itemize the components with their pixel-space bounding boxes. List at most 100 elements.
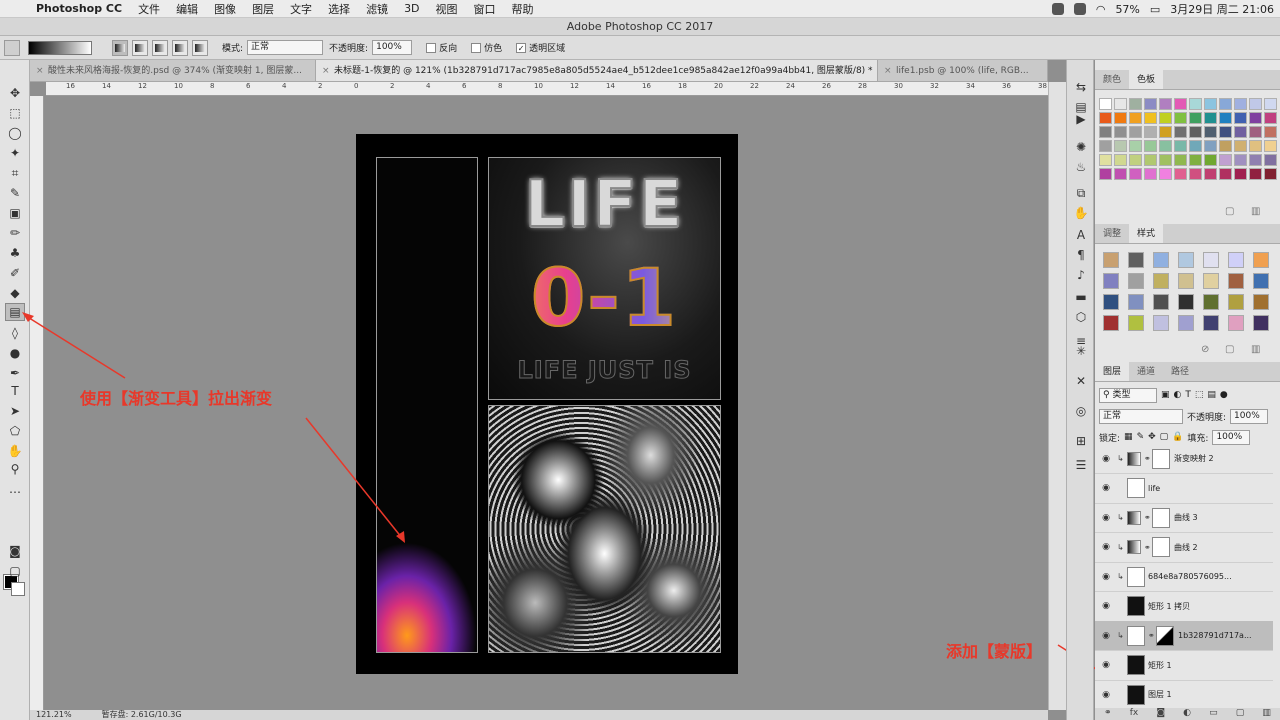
visibility-eye-icon[interactable]: ◉ [1095, 631, 1117, 641]
poster-texture-panel[interactable] [488, 405, 721, 653]
battery-percent[interactable]: 57% [1115, 3, 1139, 16]
color-swatch[interactable] [1219, 126, 1232, 138]
style-preset[interactable] [1203, 273, 1219, 289]
navigator-panel-icon[interactable]: ⊞ [1071, 432, 1091, 450]
color-swatch[interactable] [1144, 112, 1157, 124]
menu-image[interactable]: 图像 [206, 1, 244, 17]
menu-layer[interactable]: 图层 [244, 1, 282, 17]
color-swatch[interactable] [1219, 98, 1232, 110]
style-preset[interactable] [1203, 315, 1219, 331]
color-swatch[interactable] [1159, 126, 1172, 138]
color-swatch[interactable] [1249, 98, 1262, 110]
color-swatch[interactable] [1234, 126, 1247, 138]
info-panel-icon[interactable]: ◎ [1071, 402, 1091, 420]
style-preset[interactable] [1153, 315, 1169, 331]
color-swatch[interactable] [1099, 98, 1112, 110]
fx-icon[interactable]: fx [1130, 708, 1139, 720]
tab-document-1[interactable]: × 酸性未来风格海报-恢复的.psd @ 374% (渐变映射 1, 图层蒙... [30, 60, 316, 81]
color-swatch[interactable] [1249, 126, 1262, 138]
style-preset[interactable] [1203, 294, 1219, 310]
background-color[interactable] [11, 582, 25, 596]
visibility-eye-icon[interactable]: ◉ [1095, 513, 1117, 523]
tool-preset-picker[interactable] [4, 39, 20, 56]
style-preset[interactable] [1153, 273, 1169, 289]
actions-panel-icon[interactable]: ▶ [1071, 110, 1091, 128]
style-preset[interactable] [1253, 294, 1269, 310]
layer-row[interactable]: ◉ 图层 1 [1095, 680, 1273, 708]
poster-top-panel[interactable]: LIFE 0-1 LIFE JUST IS [488, 157, 721, 400]
color-swatch[interactable] [1174, 140, 1187, 152]
new-group-icon[interactable]: ▭ [1209, 708, 1218, 720]
layer-thumbnail[interactable] [1127, 655, 1145, 675]
style-preset[interactable] [1178, 273, 1194, 289]
visibility-eye-icon[interactable]: ◉ [1095, 542, 1117, 552]
color-swatch[interactable] [1129, 98, 1142, 110]
layer-opacity-input[interactable]: 100% [1230, 408, 1269, 424]
color-swatch[interactable] [1249, 154, 1262, 166]
tab-swatches[interactable]: 色板 [1129, 70, 1164, 89]
clock[interactable]: 3月29日 周二 21:06 [1170, 1, 1274, 17]
blur-tool-icon[interactable]: ◊ [5, 324, 25, 342]
color-swatch[interactable] [1189, 168, 1202, 180]
screen-mode-icon[interactable]: ▢ [5, 562, 25, 580]
layer-mask-thumbnail[interactable] [1152, 507, 1170, 528]
layer-row[interactable]: ◉ 矩形 1 拷贝 [1095, 592, 1273, 622]
layer-thumbnail[interactable] [1127, 684, 1145, 705]
menu-app[interactable]: Photoshop CC [28, 2, 130, 15]
layer-row[interactable]: ◉ life [1095, 474, 1273, 504]
menu-type[interactable]: 文字 [282, 1, 320, 17]
style-preset[interactable] [1228, 252, 1244, 268]
style-preset[interactable] [1228, 273, 1244, 289]
layer-name[interactable]: 图层 1 [1148, 689, 1172, 700]
visibility-eye-icon[interactable]: ◉ [1095, 601, 1117, 611]
delete-layer-icon[interactable]: ▥ [1262, 708, 1271, 720]
move-tool-icon[interactable]: ✥ [5, 84, 25, 102]
style-preset[interactable] [1228, 315, 1244, 331]
style-preset[interactable] [1103, 252, 1119, 268]
adjustments-panel-icon[interactable]: ☰ [1071, 456, 1091, 474]
color-panel-icon[interactable]: ✕ [1071, 372, 1091, 390]
color-swatch[interactable] [1234, 140, 1247, 152]
mask-link-icon[interactable]: ⚭ [1148, 631, 1156, 640]
fill-input[interactable]: 100% [1212, 429, 1251, 445]
clear-style-icon[interactable]: ⊘ [1201, 344, 1209, 355]
type-tool-icon[interactable]: T [5, 382, 25, 400]
tab-styles[interactable]: 样式 [1129, 224, 1164, 243]
tab-document-2[interactable]: × 未标题-1-恢复的 @ 121% (1b328791d717ac7985e8a… [316, 60, 878, 81]
color-swatch[interactable] [1189, 154, 1202, 166]
brush-presets-icon[interactable]: ♨ [1071, 158, 1091, 176]
layer-kind-filter[interactable]: ⚲ 类型 [1099, 387, 1157, 403]
diamond-gradient-button[interactable] [192, 39, 208, 56]
mask-link-icon[interactable]: ⚭ [1144, 513, 1152, 522]
style-preset[interactable] [1178, 252, 1194, 268]
layer-thumbnail[interactable] [1127, 540, 1141, 554]
tab-paths[interactable]: 路径 [1163, 362, 1197, 381]
document-canvas[interactable]: ✛ LIFE 0-1 LIFE JUST IS [356, 134, 738, 674]
color-swatch[interactable] [1264, 112, 1277, 124]
style-preset[interactable] [1128, 273, 1144, 289]
lock-position-icon[interactable]: ✥ [1148, 432, 1156, 442]
color-swatch[interactable] [1264, 140, 1277, 152]
color-swatch[interactable] [1144, 168, 1157, 180]
new-swatch-icon[interactable]: ▢ [1225, 206, 1234, 217]
color-swatch[interactable] [1264, 168, 1277, 180]
color-swatch[interactable] [1144, 140, 1157, 152]
color-swatch[interactable] [1114, 98, 1127, 110]
visibility-eye-icon[interactable]: ◉ [1095, 690, 1117, 700]
battery-icon[interactable]: ▭ [1150, 3, 1160, 16]
layer-row[interactable]: ◉ ↳ ⚭ 曲线 2 [1095, 533, 1273, 563]
color-swatch[interactable] [1174, 154, 1187, 166]
layer-row[interactable]: ◉ ↳ ⚭ 曲线 3 [1095, 503, 1273, 533]
mask-link-icon[interactable]: ⚭ [1144, 543, 1152, 552]
color-swatch[interactable] [1174, 98, 1187, 110]
history-panel-icon[interactable]: ⇆ [1071, 78, 1091, 96]
magic-wand-tool-icon[interactable]: ✦ [5, 144, 25, 162]
color-swatch[interactable] [1114, 168, 1127, 180]
tab-channels[interactable]: 通道 [1129, 362, 1163, 381]
mask-link-icon[interactable]: ⚭ [1144, 454, 1152, 463]
linear-gradient-button[interactable] [112, 39, 128, 56]
blend-mode-select[interactable]: 正常 [1099, 408, 1183, 424]
layer-name[interactable]: 矩形 1 拷贝 [1148, 601, 1190, 612]
more-tools-icon[interactable]: … [5, 480, 25, 498]
color-swatch[interactable] [1159, 112, 1172, 124]
